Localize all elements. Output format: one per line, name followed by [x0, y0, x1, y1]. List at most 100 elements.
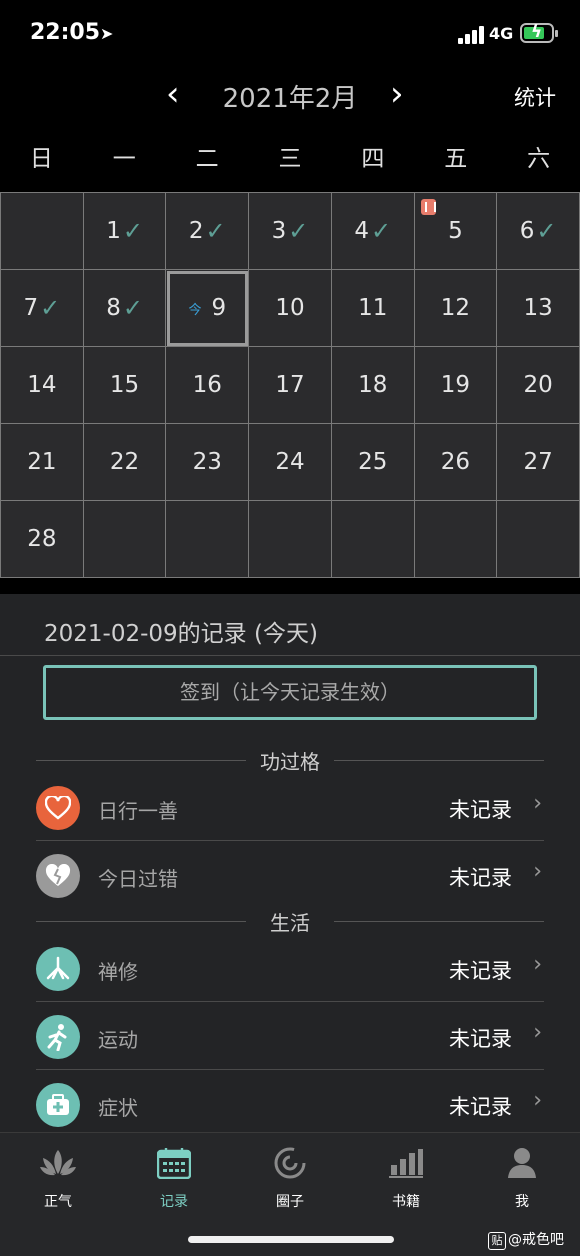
calendar-day-17[interactable]: 17	[249, 347, 332, 424]
calendar-day-11[interactable]: 11	[331, 270, 415, 347]
today-tag: 今	[188, 302, 202, 318]
calendar-day-9[interactable]: 今9	[166, 270, 250, 347]
watermark: 贴 @戒色吧	[488, 1229, 564, 1250]
calendar-day-15[interactable]: 15	[83, 347, 167, 424]
tab-books[interactable]: 书籍	[348, 1145, 464, 1211]
row-mistake[interactable]: 今日过错 未记录 ›	[36, 843, 544, 909]
calendar-day-3[interactable]: 3 ✓	[249, 193, 332, 270]
row-value: 未记录	[449, 959, 512, 983]
calendar-day-10[interactable]: 10	[249, 270, 332, 347]
row-value: 未记录	[449, 1027, 512, 1051]
home-indicator[interactable]	[188, 1236, 394, 1243]
row-label: 日行一善	[98, 799, 178, 823]
calendar-day-18[interactable]: 18	[331, 347, 415, 424]
tab-zhengqi[interactable]: 正气	[0, 1145, 116, 1211]
calendar-empty-cell	[414, 501, 498, 578]
medkit-icon	[36, 1083, 80, 1127]
day-number: 17	[275, 372, 305, 398]
row-value: 未记录	[449, 1095, 512, 1119]
calendar-day-21[interactable]: 21	[1, 424, 84, 501]
status-time: 22:05	[30, 20, 101, 45]
day-number: 11	[358, 295, 388, 321]
tab-label: 我	[515, 1194, 529, 1210]
checkmark-icon: ✓	[40, 294, 61, 322]
next-month-button[interactable]: ›	[390, 74, 404, 114]
relapse-marker-icon	[420, 199, 436, 215]
stats-button[interactable]: 统计	[514, 82, 556, 112]
running-icon	[36, 1015, 80, 1059]
chevron-right-icon: ›	[533, 952, 542, 977]
calendar-empty-cell	[331, 501, 415, 578]
calendar-day-14[interactable]: 14	[1, 347, 84, 424]
day-number: 27	[523, 449, 553, 475]
calendar-day-24[interactable]: 24	[249, 424, 332, 501]
person-icon	[464, 1145, 580, 1181]
day-number: 10	[275, 295, 305, 321]
calendar-day-13[interactable]: 13	[497, 270, 580, 347]
tab-label: 记录	[160, 1194, 188, 1210]
row-label: 今日过错	[98, 867, 178, 891]
calendar-day-22[interactable]: 22	[83, 424, 167, 501]
calendar-day-16[interactable]: 16	[166, 347, 250, 424]
weekday-label: 五	[444, 146, 468, 172]
calendar-day-7[interactable]: 7 ✓	[1, 270, 84, 347]
chevron-right-icon: ›	[533, 1088, 542, 1113]
calendar-day-5[interactable]: 5	[414, 193, 498, 270]
row-label: 运动	[98, 1028, 138, 1052]
calendar-day-12[interactable]: 12	[414, 270, 498, 347]
calendar-day-2[interactable]: 2 ✓	[166, 193, 250, 270]
row-exercise[interactable]: 运动 未记录 ›	[36, 1004, 544, 1070]
calendar-grid: 1 ✓ 2 ✓ 3 ✓ 4 ✓ 5 6 ✓ 7 ✓ 8 ✓ 今 9 10 11 12 13 14 15 16 17 18 19 20 2…	[0, 192, 580, 578]
row-meditation[interactable]: 禅修 未记录 ›	[36, 936, 544, 1002]
day-number: 22	[109, 449, 140, 475]
row-good-deed[interactable]: 日行一善 未记录 ›	[36, 775, 544, 841]
section-title-life: 生活	[36, 907, 544, 937]
calendar-day-25[interactable]: 25	[331, 424, 415, 501]
weekday-label: 六	[527, 146, 551, 172]
calendar-day-6[interactable]: 6 ✓	[497, 193, 580, 270]
day-number: 15	[109, 372, 140, 398]
chevron-right-icon: ›	[533, 1020, 542, 1045]
tab-me[interactable]: 我	[464, 1145, 580, 1211]
separator	[0, 578, 580, 594]
row-symptoms[interactable]: 症状 未记录 ›	[36, 1072, 544, 1138]
circle-icon	[232, 1145, 348, 1181]
calendar-day-28[interactable]: 28	[1, 501, 84, 578]
calendar-empty-cell	[497, 501, 580, 578]
weekday-header: 日 一 二 三 四 五 六	[0, 126, 580, 192]
calendar-day-1[interactable]: 1 ✓	[83, 193, 167, 270]
row-value: 未记录	[449, 798, 512, 822]
lotus-icon	[0, 1145, 116, 1181]
prev-month-button[interactable]: ‹	[166, 74, 180, 114]
watermark-text: @戒色吧	[508, 1232, 564, 1248]
tab-circle[interactable]: 圈子	[232, 1145, 348, 1211]
calendar-icon	[116, 1145, 232, 1181]
checkmark-icon: ✓	[370, 217, 392, 245]
calendar-header: ‹ 2021年2月 › 统计	[0, 68, 580, 126]
tab-label: 书籍	[392, 1194, 420, 1210]
broken-heart-icon	[36, 854, 80, 898]
calendar-day-26[interactable]: 26	[414, 424, 498, 501]
tab-records[interactable]: 记录	[116, 1145, 232, 1211]
row-label: 症状	[98, 1096, 138, 1120]
calendar-empty-cell	[166, 501, 250, 578]
day-number: 3	[271, 218, 287, 244]
day-number: 8	[106, 295, 121, 321]
calendar-day-8[interactable]: 8 ✓	[83, 270, 167, 347]
day-number: 18	[358, 372, 388, 398]
calendar-day-23[interactable]: 23	[166, 424, 250, 501]
meditation-icon	[36, 947, 80, 991]
row-value: 未记录	[449, 866, 512, 890]
network-type: 4G	[489, 24, 514, 43]
status-bar: 22:05 ➤ 4G ϟ	[0, 0, 580, 68]
row-label: 禅修	[98, 960, 138, 984]
chevron-right-icon: ›	[533, 791, 542, 816]
calendar-day-4[interactable]: 4 ✓	[331, 193, 415, 270]
record-header: 2021-02-09的记录 (今天)	[0, 594, 580, 656]
day-number: 26	[440, 449, 471, 475]
calendar-day-20[interactable]: 20	[497, 347, 580, 424]
calendar-day-27[interactable]: 27	[497, 424, 580, 501]
calendar-day-19[interactable]: 19	[414, 347, 498, 424]
checkmark-icon: ✓	[122, 294, 143, 322]
checkin-button[interactable]: 签到（让今天记录生效）	[43, 665, 537, 720]
